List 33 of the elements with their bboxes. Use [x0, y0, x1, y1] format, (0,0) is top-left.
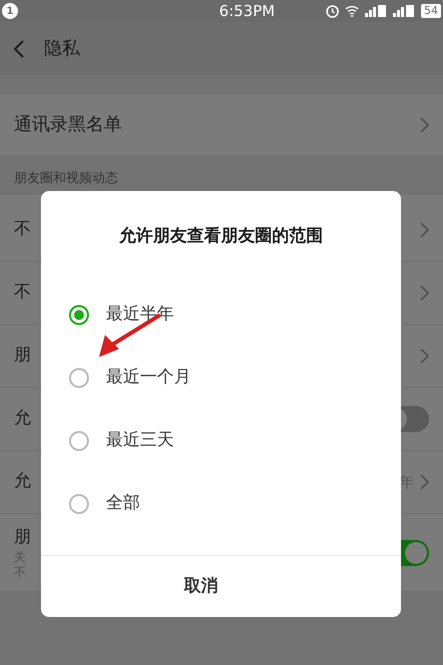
row-label: 允 [14, 407, 31, 430]
radio-option[interactable]: 最近三天 [41, 409, 401, 472]
radio-button[interactable] [69, 494, 89, 514]
row-label: 不 [14, 218, 31, 242]
radio-button[interactable] [69, 304, 89, 324]
radio-option[interactable]: 全部 [41, 472, 401, 535]
wifi-icon [344, 5, 359, 17]
settings-row[interactable]: 通讯录黑名单 [0, 93, 443, 155]
radio-option[interactable]: 最近一个月 [41, 346, 401, 409]
radio-button[interactable] [69, 368, 89, 388]
chevron-icon [420, 348, 429, 364]
radio-option[interactable]: 最近半年 [41, 283, 401, 346]
row-label: 不 [14, 281, 31, 304]
row-label: 朋 [14, 526, 31, 549]
notification-badge: 1 [2, 3, 18, 19]
alarm-icon [326, 4, 339, 18]
chevron-icon [420, 474, 429, 490]
chevron-icon [420, 116, 429, 132]
status-time: 6:53PM [219, 0, 275, 22]
row-label: 通讯录黑名单 [14, 113, 122, 137]
battery-level: 54 [420, 4, 441, 18]
radio-button[interactable] [69, 430, 89, 450]
cancel-button[interactable]: 取消 [176, 570, 226, 604]
chevron-icon [420, 285, 429, 301]
back-button[interactable] [14, 38, 26, 60]
row-label: 允 [14, 470, 31, 494]
page-title: 隐私 [44, 37, 80, 61]
signal-icon [364, 5, 387, 17]
row-label: 朋 [14, 344, 31, 368]
chevron-icon [420, 222, 429, 238]
section-header: 朋友圈和视频动态 [14, 170, 118, 188]
signal-icon [392, 5, 415, 17]
dialog-title: 允许朋友查看朋友圈的范围 [119, 225, 323, 248]
